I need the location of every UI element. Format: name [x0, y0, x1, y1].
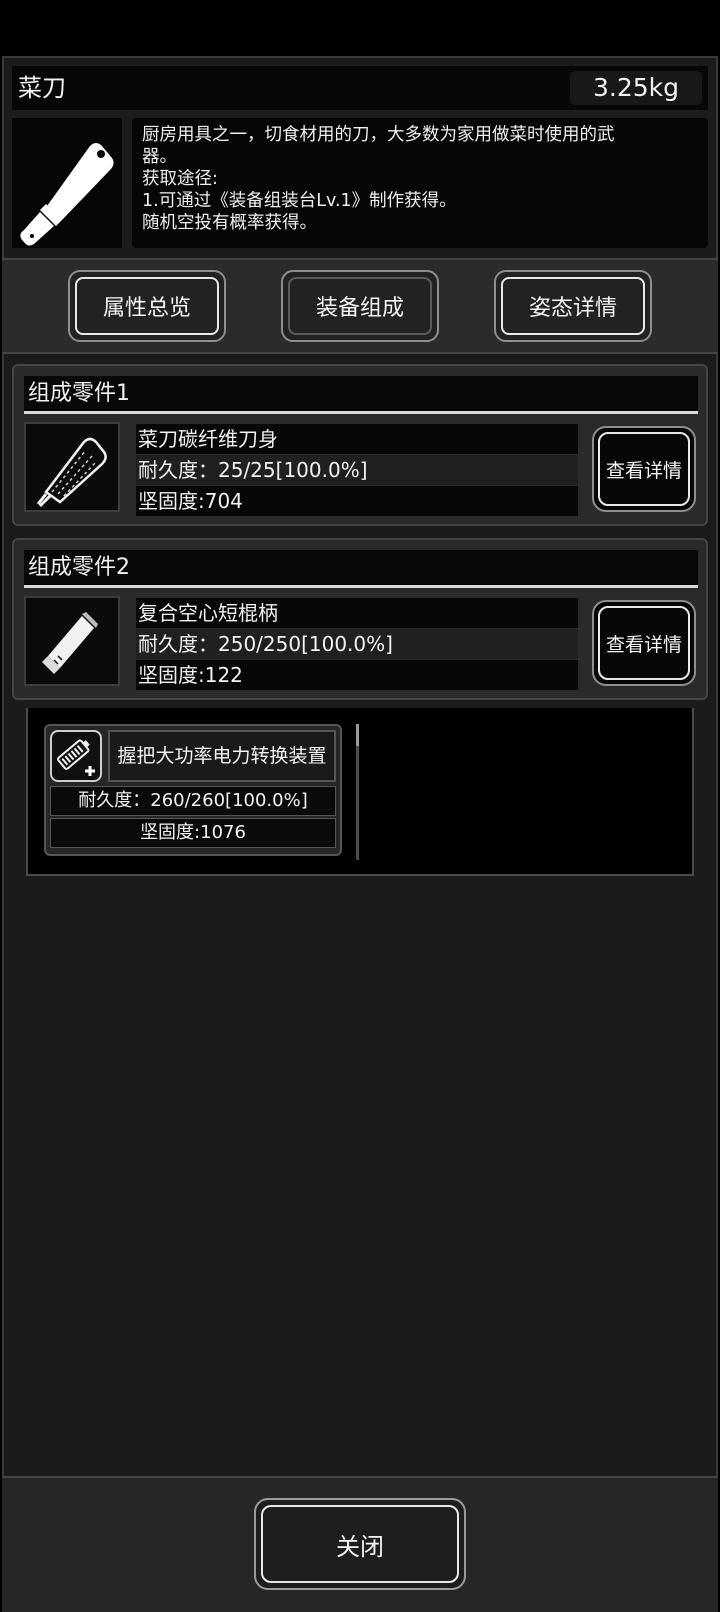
close-button[interactable]: 关闭 [254, 1498, 466, 1590]
description-line: 1.可通过《装备组装台Lv.1》制作获得。 [142, 191, 457, 211]
module-icon-frame [50, 730, 102, 782]
component-name: 菜刀碳纤维刀身 [136, 424, 578, 454]
tab-label: 姿态详情 [528, 296, 617, 321]
description-line: 器。 [142, 147, 177, 167]
tab-equipment-composition[interactable]: 装备组成 [281, 270, 439, 342]
component-durability: 耐久度：250/250[100.0%] [136, 629, 578, 659]
tab-attribute-overview[interactable]: 属性总览 [68, 270, 226, 342]
button-label: 关闭 [336, 1532, 384, 1561]
item-description: 厨房用具之一，切食材用的刀，大多数为家用做菜时使用的武 器。 获取途径: 1.可… [132, 118, 708, 248]
description-line: 随机空投有概率获得。 [142, 213, 317, 233]
module-hardness: 坚固度:1076 [50, 818, 336, 848]
tab-stance-details[interactable]: 姿态详情 [494, 270, 652, 342]
component-hardness: 坚固度:704 [136, 486, 578, 516]
blade-icon [26, 424, 118, 510]
item-icon-frame [12, 118, 122, 248]
component-durability: 耐久度：25/25[100.0%] [136, 455, 578, 485]
cleaver-icon [12, 118, 122, 248]
button-label: 查看详情 [605, 459, 682, 482]
component-header: 组成零件2 [24, 550, 698, 588]
component-name: 复合空心短棍柄 [136, 598, 578, 628]
component-icon-frame [24, 422, 120, 512]
module-name: 握把大功率电力转换装置 [108, 730, 336, 782]
description-line: 厨房用具之一，切食材用的刀，大多数为家用做菜时使用的武 [142, 125, 615, 145]
component-hardness: 坚固度:122 [136, 660, 578, 690]
view-details-button[interactable]: 查看详情 [592, 426, 696, 512]
component-icon-frame [24, 596, 120, 686]
scrollbar-thumb[interactable] [356, 724, 359, 746]
battery-plus-icon [52, 732, 100, 780]
item-weight: 3.25kg [570, 71, 702, 105]
module-durability: 耐久度：260/260[100.0%] [50, 786, 336, 816]
tab-label: 属性总览 [102, 296, 191, 321]
component-header: 组成零件1 [24, 376, 698, 414]
handle-icon [26, 598, 118, 684]
item-name: 菜刀 [18, 74, 66, 102]
tab-label: 装备组成 [315, 296, 404, 321]
button-label: 查看详情 [605, 633, 682, 656]
description-line: 获取途径: [142, 169, 218, 189]
view-details-button[interactable]: 查看详情 [592, 600, 696, 686]
